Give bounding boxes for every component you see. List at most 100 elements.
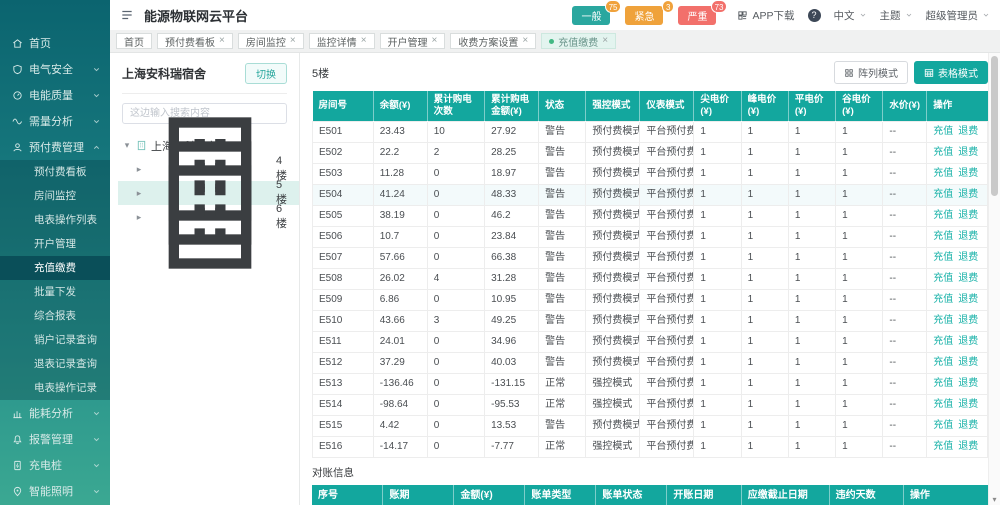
action-link-充值[interactable]: 充值 <box>933 378 953 389</box>
tab-充值缴费[interactable]: 充值缴费× <box>541 33 616 49</box>
action-link-充值[interactable]: 充值 <box>933 231 953 242</box>
action-link-充值[interactable]: 充值 <box>933 357 953 368</box>
alert-chip-urgent[interactable]: 紧急3 <box>625 6 663 25</box>
tab-预付费看板[interactable]: 预付费看板× <box>157 33 233 49</box>
scrollbar-thumb[interactable] <box>991 56 998 196</box>
sidebar-item-电气安全[interactable]: 电气安全 <box>0 56 110 82</box>
help-icon[interactable]: ? <box>808 9 821 22</box>
action-link-充值[interactable]: 充值 <box>933 420 953 431</box>
action-link-充值[interactable]: 充值 <box>933 315 953 326</box>
action-link-充值[interactable]: 充值 <box>933 147 953 158</box>
vertical-scrollbar[interactable]: ▾ <box>988 53 1000 505</box>
sidebar-subitem-综合报表[interactable]: 综合报表 <box>0 304 110 328</box>
action-link-退费[interactable]: 退费 <box>958 315 978 326</box>
action-link-充值[interactable]: 充值 <box>933 189 953 200</box>
alert-chip-critical[interactable]: 严重73 <box>678 6 716 25</box>
action-link-充值[interactable]: 充值 <box>933 273 953 284</box>
action-link-退费[interactable]: 退费 <box>958 252 978 263</box>
action-link-退费[interactable]: 退费 <box>958 294 978 305</box>
caret-down-icon[interactable]: ▾ <box>122 140 132 151</box>
table-cell-actions: 充值退费 <box>927 352 988 373</box>
action-link-充值[interactable]: 充值 <box>933 126 953 137</box>
tab-close-icon[interactable]: × <box>602 36 608 46</box>
tab-close-icon[interactable]: × <box>361 36 367 46</box>
sidebar-item-充电桩[interactable]: 充电桩 <box>0 452 110 478</box>
sidebar-item-需量分析[interactable]: 需量分析 <box>0 108 110 134</box>
tab-监控详情[interactable]: 监控详情× <box>309 33 375 49</box>
tab-收费方案设置[interactable]: 收费方案设置× <box>450 33 536 49</box>
tab-close-icon[interactable]: × <box>432 36 438 46</box>
sidebar-item-智能照明[interactable]: 智能照明 <box>0 478 110 504</box>
sidebar-item-电能质量[interactable]: 电能质量 <box>0 82 110 108</box>
action-link-退费[interactable]: 退费 <box>958 399 978 410</box>
caret-right-icon[interactable]: ▸ <box>134 212 144 223</box>
sidebar-subitem-退表记录查询[interactable]: 退表记录查询 <box>0 352 110 376</box>
table-cell: 43.66 <box>373 310 427 331</box>
action-link-充值[interactable]: 充值 <box>933 210 953 221</box>
sidebar-item-报警管理[interactable]: 报警管理 <box>0 426 110 452</box>
action-link-退费[interactable]: 退费 <box>958 210 978 221</box>
table-cell: 预付费模式 <box>586 184 640 205</box>
sidebar-item-预付费管理[interactable]: 预付费管理 <box>0 134 110 160</box>
action-link-退费[interactable]: 退费 <box>958 336 978 347</box>
sidebar-subitem-充值缴费[interactable]: 充值缴费 <box>0 256 110 280</box>
tab-首页[interactable]: 首页 <box>116 33 152 49</box>
sidebar-item-能耗分析[interactable]: 能耗分析 <box>0 400 110 426</box>
sidebar-subitem-批量下发[interactable]: 批量下发 <box>0 280 110 304</box>
tab-close-icon[interactable]: × <box>219 36 225 46</box>
tab-开户管理[interactable]: 开户管理× <box>380 33 446 49</box>
caret-right-icon[interactable]: ▸ <box>134 188 144 199</box>
tree-item-6楼[interactable]: ▸6楼 <box>118 205 299 229</box>
app-download-link[interactable]: APP下载 <box>737 8 794 23</box>
sidebar-subitem-电表操作列表[interactable]: 电表操作列表 <box>0 208 110 232</box>
action-link-退费[interactable]: 退费 <box>958 273 978 284</box>
tab-房间监控[interactable]: 房间监控× <box>238 33 304 49</box>
column-header: 账期 <box>383 485 454 505</box>
tab-close-icon[interactable]: × <box>522 36 528 46</box>
switch-button[interactable]: 切换 <box>245 63 287 84</box>
sidebar-subitem-预付费看板[interactable]: 预付费看板 <box>0 160 110 184</box>
action-link-充值[interactable]: 充值 <box>933 399 953 410</box>
table-cell: 平台预付费 <box>640 289 694 310</box>
action-link-退费[interactable]: 退费 <box>958 420 978 431</box>
sidebar-item-label: 报警管理 <box>29 431 86 447</box>
table-cell: 平台预付费 <box>640 268 694 289</box>
tab-close-icon[interactable]: × <box>290 36 296 46</box>
action-link-退费[interactable]: 退费 <box>958 126 978 137</box>
scrollbar-down-icon[interactable]: ▾ <box>989 495 1000 504</box>
table-cell-actions: 充值退费 <box>927 436 988 457</box>
table-cell: 预付费模式 <box>586 121 640 142</box>
action-link-退费[interactable]: 退费 <box>958 378 978 389</box>
charger-icon <box>12 460 23 471</box>
action-link-充值[interactable]: 充值 <box>933 336 953 347</box>
action-link-充值[interactable]: 充值 <box>933 252 953 263</box>
mode-button-表格模式[interactable]: 表格模式 <box>914 61 988 84</box>
action-link-充值[interactable]: 充值 <box>933 441 953 452</box>
action-link-退费[interactable]: 退费 <box>958 441 978 452</box>
sidebar-subitem-开户管理[interactable]: 开户管理 <box>0 232 110 256</box>
table-cell: 平台预付费 <box>640 121 694 142</box>
action-link-充值[interactable]: 充值 <box>933 168 953 179</box>
action-link-退费[interactable]: 退费 <box>958 147 978 158</box>
sidebar-item-label: 智能照明 <box>29 483 86 499</box>
sidebar: 首页电气安全电能质量需量分析预付费管理预付费看板房间监控电表操作列表开户管理充值… <box>0 0 110 505</box>
action-link-退费[interactable]: 退费 <box>958 189 978 200</box>
sidebar-item-首页[interactable]: 首页 <box>0 30 110 56</box>
sidebar-subitem-销户记录查询[interactable]: 销户记录查询 <box>0 328 110 352</box>
action-link-退费[interactable]: 退费 <box>958 357 978 368</box>
mode-button-阵列模式[interactable]: 阵列模式 <box>834 61 908 84</box>
action-link-退费[interactable]: 退费 <box>958 231 978 242</box>
action-link-充值[interactable]: 充值 <box>933 294 953 305</box>
sidebar-subitem-电表操作记录[interactable]: 电表操作记录 <box>0 376 110 400</box>
table-cell: 预付费模式 <box>586 331 640 352</box>
theme-dropdown[interactable]: 主题 <box>880 8 913 23</box>
sidebar-subitem-房间监控[interactable]: 房间监控 <box>0 184 110 208</box>
user-dropdown[interactable]: 超级管理员 <box>926 8 991 23</box>
caret-right-icon[interactable]: ▸ <box>134 164 144 175</box>
table-cell: -136.46 <box>373 373 427 394</box>
menu-toggle-icon[interactable] <box>120 8 134 22</box>
language-dropdown[interactable]: 中文 <box>834 8 867 23</box>
action-link-退费[interactable]: 退费 <box>958 168 978 179</box>
alert-chip-general[interactable]: 一般75 <box>572 6 610 25</box>
table-cell: E504 <box>313 184 374 205</box>
